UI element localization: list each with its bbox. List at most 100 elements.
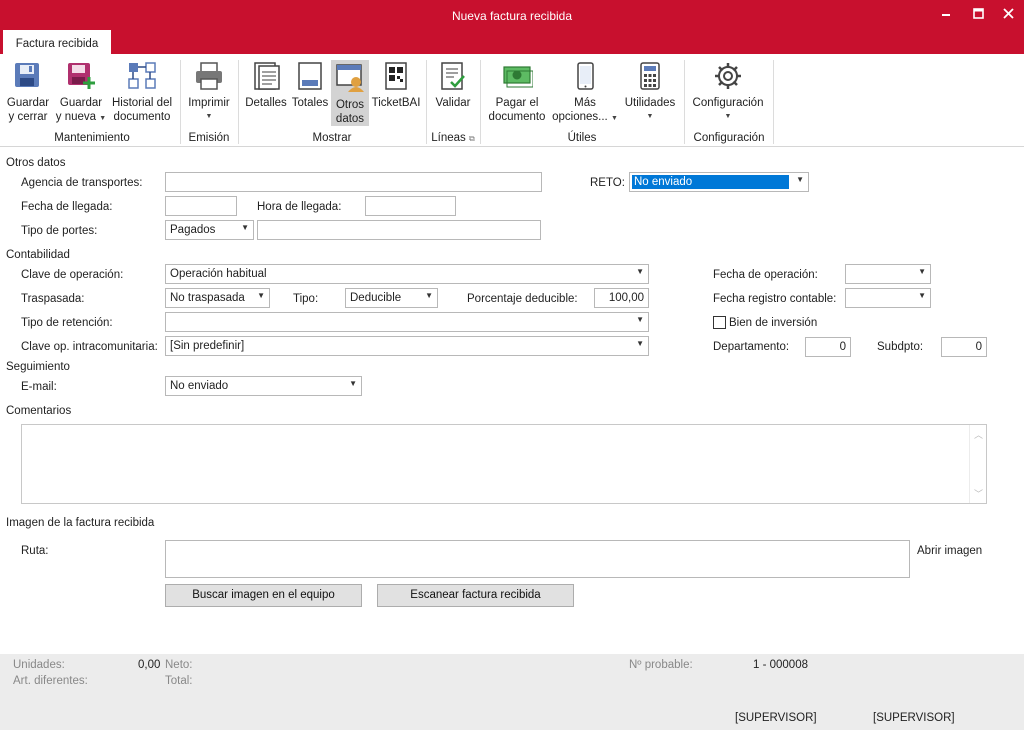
email-select[interactable]: No enviado ▼ — [165, 376, 362, 396]
abrir-imagen-link[interactable]: Abrir imagen — [917, 545, 982, 557]
history-icon — [128, 62, 156, 89]
fecha-registro-select[interactable]: ▼ — [845, 288, 931, 308]
group-lineas: Líneas ⧉ — [426, 132, 480, 144]
minimize-icon[interactable] — [936, 4, 956, 24]
totals-button[interactable]: Totales — [289, 60, 331, 110]
chevron-down-icon: ▼ — [636, 339, 644, 348]
qr-code-icon — [385, 62, 407, 90]
utilities-label: Utilidades — [624, 97, 676, 109]
tipo-select[interactable]: Deducible ▼ — [345, 288, 438, 308]
group-utiles: Útiles — [567, 132, 597, 144]
agencia-label: Agencia de transportes: — [21, 177, 143, 189]
document-history-button[interactable]: Historial del documento — [110, 60, 174, 124]
section-comentarios: Comentarios — [6, 405, 72, 417]
pay-document-button[interactable]: Pagar el documento — [486, 60, 548, 124]
traspasada-select[interactable]: No traspasada ▼ — [165, 288, 270, 308]
traspasada-value: No traspasada — [170, 292, 245, 304]
fecha-llegada-input[interactable] — [165, 196, 237, 216]
history-label-1: Historial del — [111, 97, 173, 109]
totals-icon — [298, 62, 322, 90]
ruta-input[interactable] — [165, 540, 910, 578]
neto-label: Neto: — [165, 659, 193, 671]
window-title: Nueva factura recibida — [451, 9, 573, 23]
clave-intra-label: Clave op. intracomunitaria: — [21, 341, 158, 353]
tipo-label: Tipo: — [293, 293, 319, 305]
other-data-label-2: datos — [335, 113, 365, 125]
print-button[interactable]: Imprimir ▼ — [186, 60, 232, 124]
group-mostrar: Mostrar — [312, 132, 352, 144]
close-icon[interactable] — [998, 4, 1018, 24]
chevron-down-icon: ▼ — [610, 115, 618, 122]
details-button[interactable]: Detalles — [243, 60, 289, 110]
tipo-portes-extra-input[interactable] — [257, 220, 541, 240]
chevron-down-icon: ▼ — [636, 315, 644, 324]
ribbon: Guardar y cerrar Guardar y nueva ▼ Histo… — [0, 54, 1024, 147]
unidades-value: 0,00 — [138, 659, 161, 671]
status-user-1: [SUPERVISOR] — [735, 712, 817, 724]
escanear-factura-button[interactable]: Escanear factura recibida — [377, 584, 574, 607]
more-options-button[interactable]: Más opciones... ▼ — [550, 60, 620, 126]
money-icon — [503, 66, 533, 88]
save-new-button[interactable]: Guardar y nueva ▼ — [55, 60, 107, 126]
save-close-label-1: Guardar — [6, 97, 50, 109]
hora-llegada-input[interactable] — [365, 196, 456, 216]
pay-label-2: documento — [488, 111, 546, 123]
save-new-label-1: Guardar — [59, 97, 103, 109]
porcentaje-input[interactable]: 100,00 — [594, 288, 649, 308]
scroll-down-icon[interactable]: ﹀ — [974, 487, 983, 500]
details-label: Detalles — [245, 97, 287, 109]
print-label: Imprimir — [188, 97, 230, 109]
maximize-icon[interactable] — [968, 4, 988, 24]
configuration-button[interactable]: Configuración ▼ — [688, 60, 768, 124]
dialog-launcher-icon[interactable]: ⧉ — [469, 134, 475, 143]
email-label: E-mail: — [21, 381, 57, 393]
agencia-input[interactable] — [165, 172, 542, 192]
clave-operacion-value: Operación habitual — [170, 268, 267, 280]
configuration-label: Configuración — [692, 97, 764, 109]
tipo-portes-select[interactable]: Pagados ▼ — [165, 220, 254, 240]
other-data-icon — [336, 64, 364, 92]
section-contabilidad: Contabilidad — [6, 249, 70, 261]
totals-label: Totales — [291, 97, 329, 109]
departamento-input[interactable]: 0 — [805, 337, 851, 357]
group-lineas-label: Líneas — [431, 132, 466, 144]
other-data-button[interactable]: Otros datos — [331, 60, 369, 126]
more-options-label-2: opciones... — [552, 111, 608, 123]
status-user-2: [SUPERVISOR] — [873, 712, 955, 724]
chevron-down-icon: ▼ — [241, 223, 249, 232]
gear-icon — [715, 63, 741, 89]
ticketbai-label: TicketBAI — [371, 97, 421, 109]
utilities-button[interactable]: Utilidades ▼ — [622, 60, 678, 124]
tab-factura-recibida[interactable]: Factura recibida — [3, 30, 111, 54]
chevron-down-icon: ▼ — [918, 267, 926, 276]
save-close-button[interactable]: Guardar y cerrar — [4, 60, 52, 124]
reto-select[interactable]: No enviado ▼ — [629, 172, 809, 192]
art-diferentes-label: Art. diferentes: — [13, 675, 88, 687]
group-configuracion: Configuración — [693, 132, 765, 144]
subdpto-input[interactable]: 0 — [941, 337, 987, 357]
bien-inversion-label: Bien de inversión — [729, 317, 818, 329]
ticketbai-button[interactable]: TicketBAI — [370, 60, 422, 110]
tipo-retencion-select[interactable]: ▼ — [165, 312, 649, 332]
tipo-portes-label: Tipo de portes: — [21, 225, 98, 237]
chevron-down-icon: ▼ — [646, 113, 654, 120]
chevron-down-icon: ▼ — [349, 379, 357, 388]
tipo-value: Deducible — [350, 292, 402, 304]
validate-icon — [441, 62, 465, 90]
n-probable-label: Nº probable: — [629, 659, 693, 671]
bien-inversion-checkbox[interactable] — [713, 316, 726, 329]
save-close-label-2: y cerrar — [8, 111, 48, 123]
group-mantenimiento: Mantenimiento — [54, 132, 130, 144]
calculator-icon — [640, 62, 660, 90]
scroll-up-icon[interactable]: ︿ — [974, 428, 983, 441]
validate-button[interactable]: Validar — [432, 60, 474, 110]
comentarios-textarea[interactable]: ︿ ﹀ — [21, 424, 987, 504]
clave-intra-select[interactable]: [Sin predefinir] ▼ — [165, 336, 649, 356]
comentarios-scrollbar[interactable]: ︿ ﹀ — [969, 425, 986, 503]
buscar-imagen-button[interactable]: Buscar imagen en el equipo — [165, 584, 362, 607]
fecha-operacion-select[interactable]: ▼ — [845, 264, 931, 284]
fecha-operacion-label: Fecha de operación: — [713, 269, 818, 281]
clave-operacion-select[interactable]: Operación habitual ▼ — [165, 264, 649, 284]
more-options-label-1: Más — [574, 97, 596, 109]
tipo-retencion-label: Tipo de retención: — [21, 317, 113, 329]
